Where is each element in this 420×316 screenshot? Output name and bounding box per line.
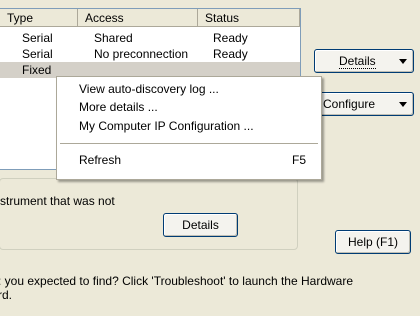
menu-item-label: Refresh <box>79 153 122 167</box>
list-row[interactable]: Serial No preconnection Ready <box>0 46 300 62</box>
column-header-label: Status <box>205 11 240 25</box>
details-label: Details <box>182 218 219 232</box>
row-type: Serial <box>22 31 53 45</box>
hint-line-1: : you expected to find? Click 'Troublesh… <box>0 274 354 288</box>
row-access: Shared <box>94 31 133 45</box>
menu-item-more-details[interactable]: More details ... <box>58 98 320 117</box>
menu-item-ip-configuration[interactable]: My Computer IP Configuration ... <box>58 117 320 136</box>
row-type: Fixed <box>22 63 52 77</box>
list-row[interactable]: Serial Shared Ready <box>0 30 300 46</box>
row-status: Ready <box>213 31 248 45</box>
context-menu: View auto-discovery log ... More details… <box>56 76 322 180</box>
help-button[interactable]: Help (F1) <box>335 230 411 254</box>
column-header-label: Type <box>7 11 34 25</box>
menu-item-label: View auto-discovery log ... <box>79 82 219 96</box>
column-header-access[interactable]: Access <box>78 9 198 27</box>
configure-button[interactable]: Configure <box>314 92 414 116</box>
details-button[interactable]: Details <box>163 213 238 237</box>
menu-item-refresh[interactable]: Refresh F5 <box>58 151 320 170</box>
troubleshoot-hint: : you expected to find? Click 'Troublesh… <box>0 274 418 302</box>
menu-item-shortcut: F5 <box>291 153 306 167</box>
column-header-status[interactable]: Status <box>198 9 300 27</box>
menu-item-label: My Computer IP Configuration ... <box>79 119 254 133</box>
menu-item-label: More details ... <box>79 100 158 114</box>
column-header-type[interactable]: Type <box>0 9 78 27</box>
configure-label: Configure <box>323 97 376 111</box>
unlisted-instrument-groupbox: strument that was not Details <box>0 178 298 250</box>
details-split-button[interactable]: Details <box>314 49 414 73</box>
row-type: Serial <box>22 47 53 61</box>
row-status: Ready <box>213 47 248 61</box>
row-access: No preconnection <box>94 47 189 61</box>
column-header-label: Access <box>85 11 124 25</box>
chevron-down-icon[interactable] <box>399 102 407 107</box>
menu-separator <box>60 143 318 144</box>
chevron-down-icon[interactable] <box>399 59 407 64</box>
hint-line-2: rd. <box>0 288 13 302</box>
details-split-label: Details <box>339 54 376 69</box>
help-label: Help (F1) <box>347 235 398 249</box>
groupbox-text: strument that was not <box>0 194 115 208</box>
menu-item-view-auto-discovery-log[interactable]: View auto-discovery log ... <box>58 80 320 99</box>
